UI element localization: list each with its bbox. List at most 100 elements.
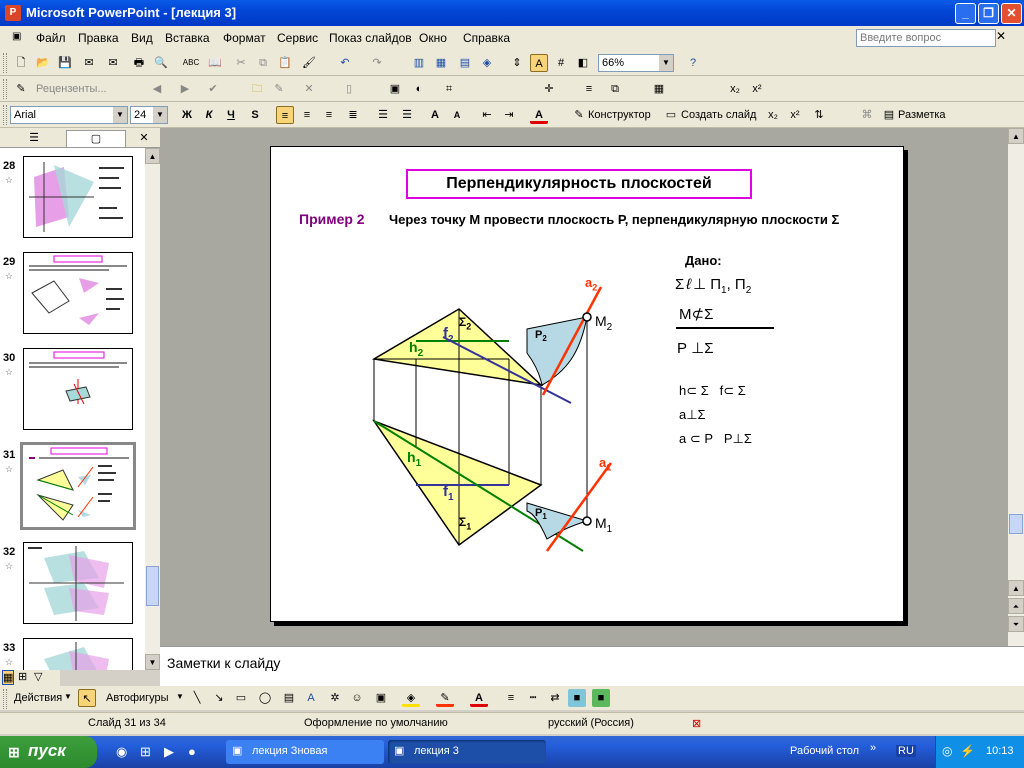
color-grayscale-icon[interactable]: ◧ [574, 54, 592, 72]
increase-indent-icon[interactable]: ⇥ [500, 106, 518, 124]
menu-window[interactable]: Окно [419, 31, 447, 45]
insert-comment-icon[interactable]: 🗀 [248, 80, 266, 98]
subscript-icon[interactable]: x₂ [726, 80, 744, 98]
bold-button[interactable]: Ж [178, 106, 196, 124]
arrow-style-icon[interactable]: ⇄ [546, 689, 564, 707]
toolbar-grip[interactable] [3, 79, 7, 99]
compress-icon[interactable]: ⧉ [606, 80, 624, 98]
menu-format[interactable]: Формат [223, 31, 266, 45]
font-name-select[interactable]: Arial ▼ [10, 106, 128, 124]
line-style-icon[interactable]: ≡ [502, 689, 520, 707]
quicklaunch-media-icon[interactable]: ▶ [164, 744, 174, 760]
zoom-select[interactable]: 66% ▼ [598, 54, 674, 72]
3d-style-icon[interactable]: ■ [592, 689, 610, 707]
scroll-down-icon[interactable]: ▼ [145, 654, 160, 670]
taskbar-item-1[interactable]: ▣ лекция Зновая [226, 740, 384, 764]
scroll-up-icon[interactable]: ▲ [145, 148, 160, 164]
thumbnail-scrollbar[interactable]: ▲ ▼ [145, 148, 160, 670]
menu-help[interactable]: Справка [463, 31, 510, 45]
decrease-indent-icon[interactable]: ⇤ [478, 106, 496, 124]
email-icon[interactable]: ✉ [104, 54, 122, 72]
help-icon[interactable]: ? [684, 54, 702, 72]
close-button[interactable]: ✕ [1001, 3, 1022, 24]
format-picture-icon[interactable]: ▦ [650, 80, 668, 98]
grid-icon[interactable]: # [552, 54, 570, 72]
textbox-icon[interactable]: ▤ [280, 689, 298, 707]
numbering-icon[interactable]: ☰ [374, 106, 392, 124]
taskbar-item-2[interactable]: ▣ лекция 3 [388, 740, 546, 764]
image-contrast-icon[interactable]: ◐ [410, 80, 428, 98]
font-color-icon[interactable]: A [530, 106, 548, 124]
quicklaunch-ie-icon[interactable]: ◉ [116, 744, 127, 760]
quicklaunch-app-icon[interactable]: ● [188, 744, 196, 759]
autoshapes-menu[interactable]: Автофигуры [106, 692, 169, 704]
markup-icon[interactable]: ✎ [12, 80, 30, 98]
align-icon[interactable]: ✛ [540, 80, 558, 98]
notes-pane[interactable]: Заметки к слайду [160, 646, 1024, 686]
wordart-icon[interactable]: ◈ [478, 54, 496, 72]
quicklaunch-windows-icon[interactable]: ⊞ [140, 744, 151, 760]
format-painter-icon[interactable]: 🖌 [300, 54, 318, 72]
superscript-icon[interactable]: x² [748, 80, 766, 98]
menu-slideshow[interactable]: Показ слайдов [329, 31, 412, 45]
slide-thumbnail-33[interactable] [23, 638, 133, 670]
crop-icon[interactable]: ⌗ [440, 80, 458, 98]
diagram-icon[interactable]: ✲ [326, 689, 344, 707]
redo-icon[interactable]: ↷ [368, 54, 386, 72]
save-icon[interactable]: 💾 [56, 54, 74, 72]
delete-comment-icon[interactable]: ✕ [300, 80, 318, 98]
cut-icon[interactable]: ✂ [232, 54, 250, 72]
paste-icon[interactable]: 📋 [276, 54, 294, 72]
slide-thumbnail-29[interactable] [23, 252, 133, 334]
picture-icon[interactable]: ▣ [386, 80, 404, 98]
line-icon[interactable]: ╲ [188, 689, 206, 707]
preview-icon[interactable]: 🔍 [152, 54, 170, 72]
close-doc-icon[interactable]: ✕ [996, 29, 1006, 43]
image-icon[interactable]: ▣ [372, 689, 390, 707]
justify-icon[interactable]: ≣ [344, 106, 362, 124]
promote-icon[interactable]: ⇅ [810, 106, 828, 124]
rectangle-icon[interactable]: ▭ [232, 689, 250, 707]
reviewing-pane-icon[interactable]: ▯ [340, 80, 358, 98]
undo-icon[interactable]: ↶ [336, 54, 354, 72]
italic-button[interactable]: К [200, 106, 218, 124]
superscript-icon[interactable]: x² [786, 106, 804, 124]
tray-app-icon[interactable]: ◎ [942, 744, 952, 758]
shadow-style-icon[interactable]: ■ [568, 689, 586, 707]
layout-button[interactable]: Разметка [898, 109, 946, 121]
scroll-thumb[interactable] [1009, 514, 1023, 534]
scroll-thumb[interactable] [146, 566, 159, 606]
animation-icon[interactable]: ⌘ [858, 106, 876, 124]
slide-thumbnail-28[interactable] [23, 156, 133, 238]
reviewers-button[interactable]: Рецензенты... [36, 83, 107, 95]
toolbar-grip[interactable] [3, 689, 7, 709]
slideshow-view-icon[interactable]: ▽ [34, 670, 42, 683]
increase-font-icon[interactable]: A [426, 106, 444, 124]
research-icon[interactable]: 📖 [206, 54, 224, 72]
permission-icon[interactable]: ✉ [80, 54, 98, 72]
print-icon[interactable]: 🖶 [130, 54, 148, 72]
ask-question-input[interactable]: Введите вопрос [856, 29, 996, 47]
toolbar-grip[interactable] [3, 53, 7, 73]
tray-network-icon[interactable]: ⚡ [960, 744, 975, 758]
apply-icon[interactable]: ✔ [204, 80, 222, 98]
spelling-icon[interactable]: ABC [182, 54, 200, 72]
dash-style-icon[interactable]: ┅ [524, 689, 542, 707]
line-color-icon[interactable]: ✎ [436, 689, 454, 707]
tab-outline[interactable]: ☰ [4, 130, 64, 147]
constructor-button[interactable]: Конструктор [588, 109, 651, 121]
toolbar-grip[interactable] [3, 105, 7, 125]
copy-icon[interactable]: ⧉ [254, 54, 272, 72]
decrease-font-icon[interactable]: A [448, 106, 466, 124]
normal-view-icon[interactable]: ▦ [2, 670, 15, 685]
menu-edit[interactable]: Правка [78, 31, 119, 45]
menu-tools[interactable]: Сервис [277, 31, 318, 45]
show-formatting-icon[interactable]: A [530, 54, 548, 72]
menu-view[interactable]: Вид [131, 31, 153, 45]
desktop-toolbar[interactable]: Рабочий стол [790, 745, 859, 757]
oval-icon[interactable]: ◯ [256, 689, 274, 707]
design-icon[interactable]: ✎ [570, 106, 588, 124]
slide-thumbnail-31[interactable] [20, 442, 136, 530]
sorter-view-icon[interactable]: ⊞ [18, 670, 27, 683]
wordart-icon[interactable]: A [302, 689, 320, 707]
